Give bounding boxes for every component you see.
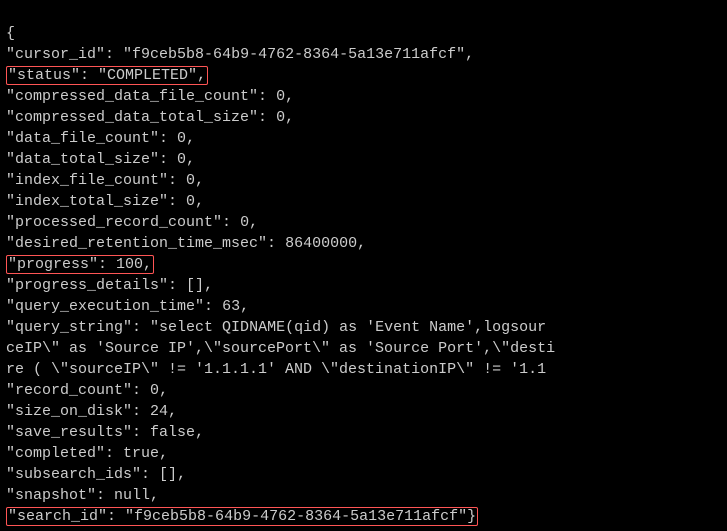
line-processed-record-count: "processed_record_count": 0, bbox=[6, 214, 258, 231]
line-search-id-highlighted: "search_id": "f9ceb5b8-64b9-4762-8364-5a… bbox=[6, 507, 478, 526]
line-compressed-data-total-size: "compressed_data_total_size": 0, bbox=[6, 109, 294, 126]
line-record-count: "record_count": 0, bbox=[6, 382, 168, 399]
line-cursor-id: "cursor_id": "f9ceb5b8-64b9-4762-8364-5a… bbox=[6, 46, 474, 63]
line-query-string-3: re ( \"sourceIP\" != '1.1.1.1' AND \"des… bbox=[6, 361, 546, 378]
line-progress-details: "progress_details": [], bbox=[6, 277, 213, 294]
line-query-string-2: ceIP\" as 'Source IP',\"sourcePort\" as … bbox=[6, 340, 555, 357]
line-compressed-data-file-count: "compressed_data_file_count": 0, bbox=[6, 88, 294, 105]
line-index-total-size: "index_total_size": 0, bbox=[6, 193, 204, 210]
line-query-string-1: "query_string": "select QIDNAME(qid) as … bbox=[6, 319, 546, 336]
open-brace: { bbox=[6, 25, 15, 42]
line-status-highlighted: "status": "COMPLETED", bbox=[6, 66, 208, 85]
line-data-total-size: "data_total_size": 0, bbox=[6, 151, 195, 168]
line-desired-retention-time-msec: "desired_retention_time_msec": 86400000, bbox=[6, 235, 366, 252]
line-progress-highlighted: "progress": 100, bbox=[6, 255, 154, 274]
line-query-execution-time: "query_execution_time": 63, bbox=[6, 298, 249, 315]
line-snapshot: "snapshot": null, bbox=[6, 487, 159, 504]
line-size-on-disk: "size_on_disk": 24, bbox=[6, 403, 177, 420]
terminal-output: { "cursor_id": "f9ceb5b8-64b9-4762-8364-… bbox=[0, 0, 727, 527]
line-save-results: "save_results": false, bbox=[6, 424, 204, 441]
line-completed: "completed": true, bbox=[6, 445, 168, 462]
line-subsearch-ids: "subsearch_ids": [], bbox=[6, 466, 186, 483]
line-index-file-count: "index_file_count": 0, bbox=[6, 172, 204, 189]
line-data-file-count: "data_file_count": 0, bbox=[6, 130, 195, 147]
